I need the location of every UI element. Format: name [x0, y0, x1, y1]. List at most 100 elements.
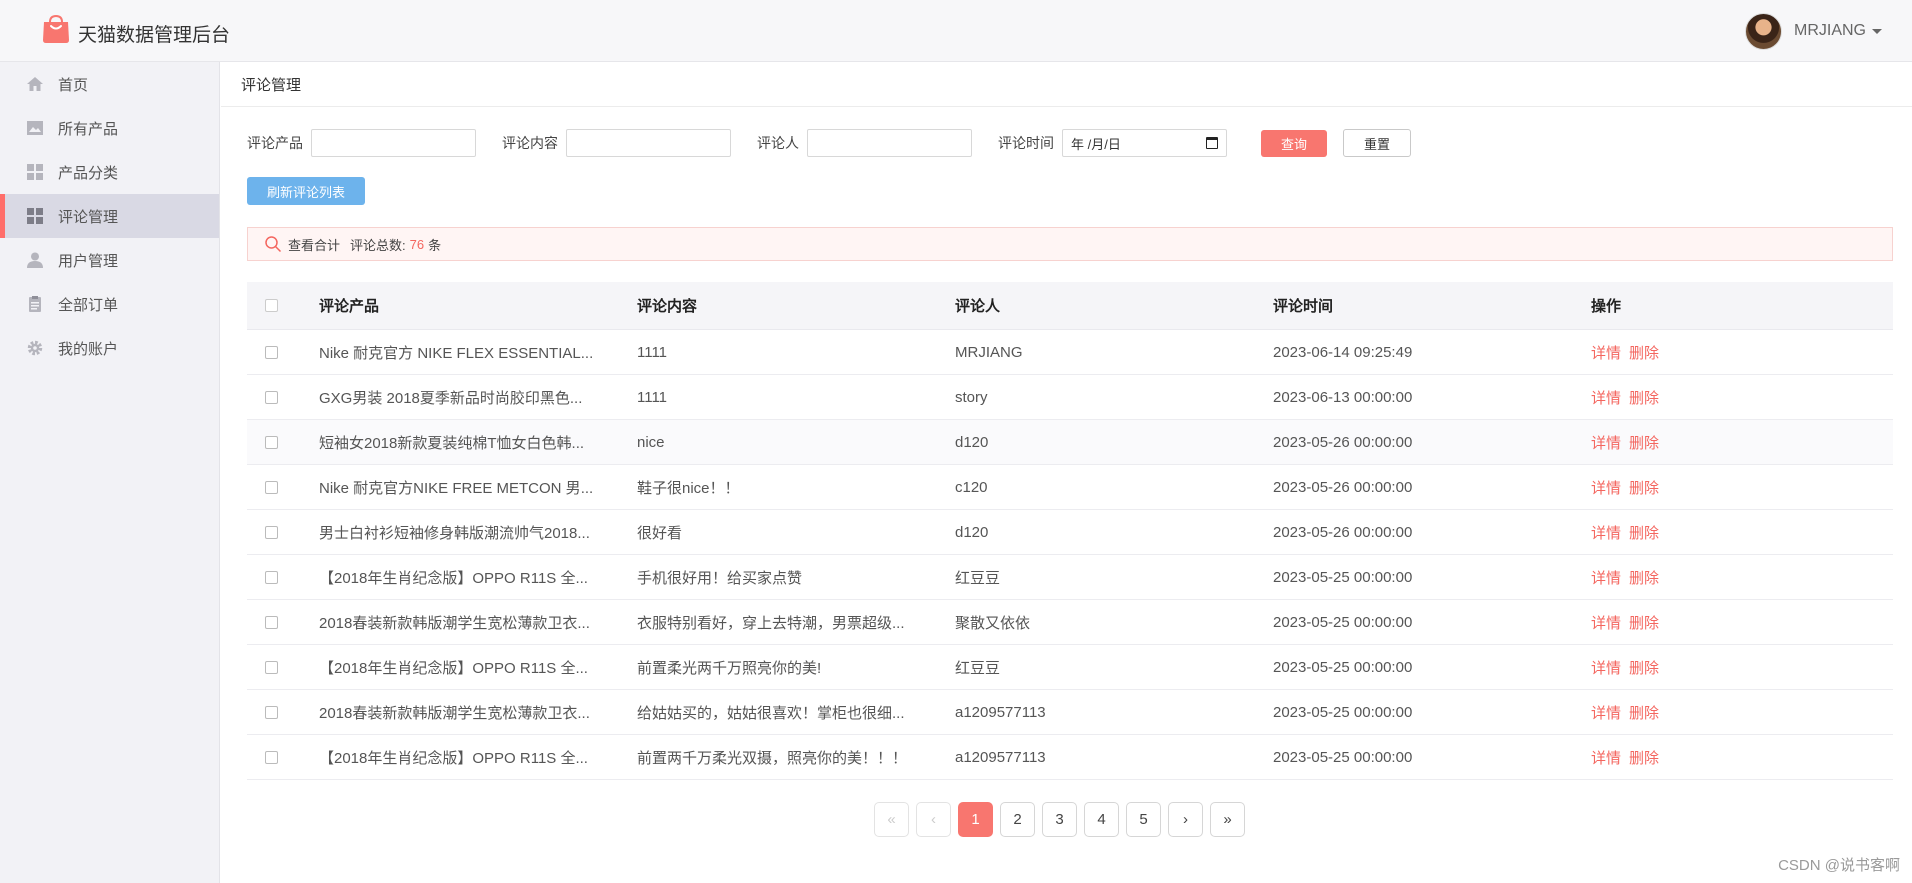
- cell-product: 2018春装新款韩版潮学生宽松薄款卫衣...: [319, 704, 590, 722]
- filter-bar: 评论产品 评论内容 评论人 评论时间 年 /月/日 查询 重置: [247, 128, 1411, 158]
- delete-link[interactable]: 删除: [1629, 705, 1659, 722]
- delete-link[interactable]: 删除: [1629, 525, 1659, 542]
- reviewer-filter-input[interactable]: [807, 129, 972, 157]
- cell-content: 前置柔光两千万照亮你的美!: [637, 659, 822, 677]
- sidebar-item-home[interactable]: 首页: [0, 62, 219, 106]
- sidebar-item-products[interactable]: 所有产品: [0, 106, 219, 150]
- avatar[interactable]: [1745, 12, 1782, 50]
- cell-product: 2018春装新款韩版潮学生宽松薄款卫衣...: [319, 614, 590, 632]
- detail-link[interactable]: 详情: [1591, 525, 1621, 542]
- sidebar-item-users[interactable]: 用户管理: [0, 238, 219, 282]
- row-checkbox[interactable]: [265, 750, 278, 764]
- table-row: Nike 耐克官方 NIKE FLEX ESSENTIAL... 1111 MR…: [247, 330, 1893, 375]
- cell-content: 前置两千万柔光双摄，照亮你的美！！！: [637, 749, 908, 767]
- cell-time: 2023-05-26 00:00:00: [1273, 523, 1413, 541]
- cell-reviewer: MRJIANG: [955, 343, 1023, 361]
- home-icon: [26, 75, 44, 93]
- delete-link[interactable]: 删除: [1629, 480, 1659, 497]
- row-checkbox[interactable]: [265, 345, 278, 359]
- sidebar-item-label: 全部订单: [58, 296, 119, 314]
- delete-link[interactable]: 删除: [1629, 570, 1659, 587]
- pagination: « ‹ 1 2 3 4 5 › »: [874, 802, 1252, 837]
- detail-link[interactable]: 详情: [1591, 435, 1621, 452]
- detail-link[interactable]: 详情: [1591, 570, 1621, 587]
- content-filter-label: 评论内容: [502, 135, 558, 151]
- table-row: 【2018年生肖纪念版】OPPO R11S 全... 前置两千万柔光双摄，照亮你…: [247, 735, 1893, 780]
- delete-link[interactable]: 删除: [1629, 390, 1659, 407]
- cell-reviewer: c120: [955, 478, 988, 496]
- total-count: 76: [409, 236, 425, 252]
- product-filter-input[interactable]: [311, 129, 476, 157]
- table-row: 2018春装新款韩版潮学生宽松薄款卫衣... 给姑姑买的，姑姑很喜欢！掌柜也很细…: [247, 690, 1893, 735]
- sidebar-item-reviews[interactable]: 评论管理: [0, 194, 219, 238]
- user-icon: [26, 251, 44, 269]
- user-name[interactable]: MRJIANG: [1794, 22, 1866, 40]
- cell-reviewer: d120: [955, 433, 989, 451]
- table-header: 评论产品 评论内容 评论人 评论时间 操作: [247, 282, 1893, 330]
- select-all-checkbox[interactable]: [265, 299, 278, 312]
- table-row: 男士白衬衫短袖修身韩版潮流帅气2018... 很好看 d120 2023-05-…: [247, 510, 1893, 555]
- detail-link[interactable]: 详情: [1591, 480, 1621, 497]
- calendar-icon[interactable]: [1206, 137, 1218, 149]
- row-checkbox[interactable]: [265, 480, 278, 494]
- header-content: 评论内容: [637, 298, 698, 315]
- chevron-down-icon[interactable]: [1872, 28, 1882, 34]
- cell-time: 2023-05-25 00:00:00: [1273, 703, 1413, 721]
- date-placeholder: 年 /月/日: [1071, 136, 1121, 152]
- category-icon: [26, 163, 44, 181]
- row-checkbox[interactable]: [265, 525, 278, 539]
- reset-button[interactable]: 重置: [1343, 129, 1411, 157]
- cell-content: 1111: [637, 343, 668, 361]
- page-button-1[interactable]: 1: [958, 802, 993, 837]
- query-button[interactable]: 查询: [1261, 129, 1327, 157]
- row-checkbox[interactable]: [265, 390, 278, 404]
- clipboard-icon: [26, 295, 44, 313]
- page-button-4[interactable]: 4: [1084, 802, 1119, 837]
- content-filter-input[interactable]: [566, 129, 731, 157]
- page-button-3[interactable]: 3: [1042, 802, 1077, 837]
- header-time: 评论时间: [1273, 298, 1334, 315]
- page-button-2[interactable]: 2: [1000, 802, 1035, 837]
- cell-reviewer: a1209577113: [955, 748, 1046, 766]
- row-checkbox[interactable]: [265, 705, 278, 719]
- prev-page-button[interactable]: ‹: [916, 802, 951, 837]
- delete-link[interactable]: 删除: [1629, 615, 1659, 632]
- cell-product: 短袖女2018新款夏装纯棉T恤女白色韩...: [319, 434, 585, 452]
- shopping-bag-logo-icon[interactable]: [41, 14, 71, 44]
- sidebar-item-categories[interactable]: 产品分类: [0, 150, 219, 194]
- sidebar-item-account[interactable]: 我的账户: [0, 326, 219, 370]
- first-page-button[interactable]: «: [874, 802, 909, 837]
- detail-link[interactable]: 详情: [1591, 345, 1621, 362]
- detail-link[interactable]: 详情: [1591, 390, 1621, 407]
- row-checkbox[interactable]: [265, 615, 278, 629]
- page-button-5[interactable]: 5: [1126, 802, 1161, 837]
- reviewer-filter-label: 评论人: [757, 135, 799, 151]
- summary-bar: 查看合计 评论总数: 76 条: [247, 227, 1893, 261]
- detail-link[interactable]: 详情: [1591, 615, 1621, 632]
- delete-link[interactable]: 删除: [1629, 435, 1659, 452]
- sidebar-item-orders[interactable]: 全部订单: [0, 282, 219, 326]
- detail-link[interactable]: 详情: [1591, 660, 1621, 677]
- top-bar: 天猫数据管理后台 MRJIANG: [0, 0, 1912, 62]
- detail-link[interactable]: 详情: [1591, 750, 1621, 767]
- delete-link[interactable]: 删除: [1629, 345, 1659, 362]
- cell-reviewer: story: [955, 388, 988, 406]
- detail-link[interactable]: 详情: [1591, 705, 1621, 722]
- delete-link[interactable]: 删除: [1629, 750, 1659, 767]
- cell-product: 【2018年生肖纪念版】OPPO R11S 全...: [319, 659, 588, 677]
- row-checkbox[interactable]: [265, 435, 278, 449]
- next-page-button[interactable]: ›: [1168, 802, 1203, 837]
- cell-content: 1111: [637, 388, 668, 406]
- table-row: 2018春装新款韩版潮学生宽松薄款卫衣... 衣服特别看好，穿上去特潮，男票超级…: [247, 600, 1893, 645]
- dashboard-icon: [26, 207, 44, 225]
- user-menu[interactable]: MRJIANG: [1745, 12, 1882, 50]
- delete-link[interactable]: 删除: [1629, 660, 1659, 677]
- last-page-button[interactable]: »: [1210, 802, 1245, 837]
- date-picker-input[interactable]: 年 /月/日: [1062, 129, 1227, 157]
- product-filter-label: 评论产品: [247, 135, 303, 151]
- sidebar-item-label: 首页: [58, 76, 89, 94]
- row-checkbox[interactable]: [265, 570, 278, 584]
- refresh-list-button[interactable]: 刷新评论列表: [247, 177, 365, 205]
- row-checkbox[interactable]: [265, 660, 278, 674]
- header-product: 评论产品: [319, 298, 380, 315]
